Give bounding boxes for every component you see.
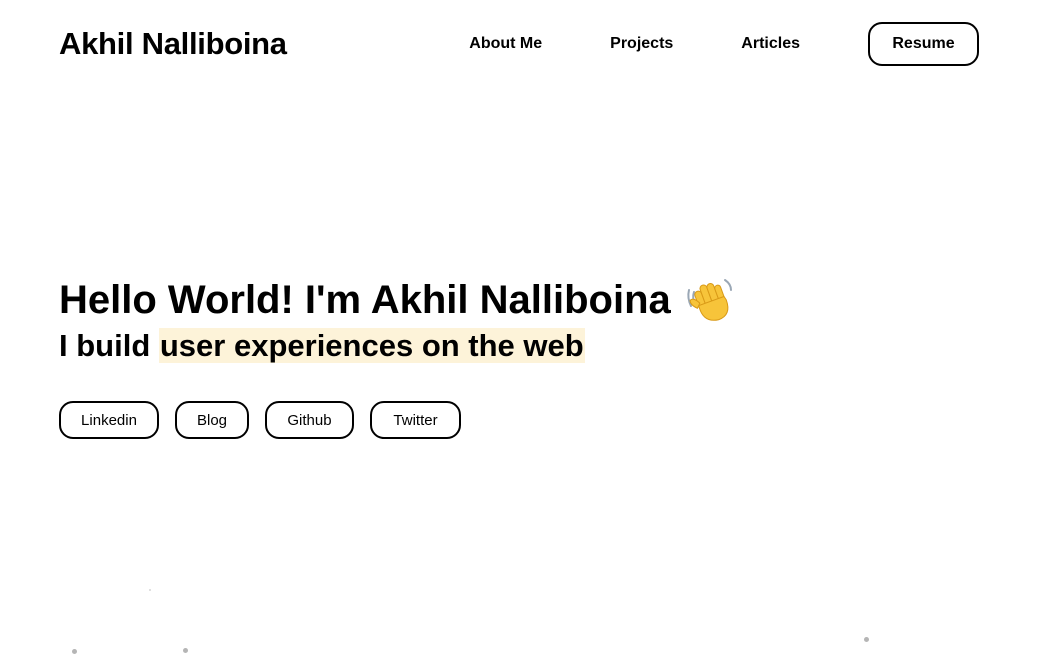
site-header: Akhil Nalliboina About Me Projects Artic…	[59, 22, 979, 66]
resume-button[interactable]: Resume	[868, 22, 979, 66]
hero-subtitle-prefix: I build	[59, 328, 159, 363]
portfolio-page: Akhil Nalliboina About Me Projects Artic…	[0, 0, 1047, 660]
decorative-dot	[72, 649, 77, 654]
hero-subtitle-highlight: user experiences on the web	[158, 328, 585, 363]
nav-link-articles[interactable]: Articles	[741, 35, 800, 53]
waving-hand-icon	[685, 276, 737, 324]
decorative-dot	[864, 637, 869, 642]
github-link[interactable]: Github	[265, 401, 354, 439]
blog-link[interactable]: Blog	[175, 401, 249, 439]
nav-link-about[interactable]: About Me	[469, 35, 542, 53]
linkedin-link[interactable]: Linkedin	[59, 401, 159, 439]
site-brand[interactable]: Akhil Nalliboina	[59, 26, 287, 62]
decorative-dot	[149, 589, 151, 591]
hero-title: Hello World! I'm Akhil Nalliboina	[59, 276, 737, 324]
hero-subtitle: I build user experiences on the web	[59, 328, 737, 364]
nav-link-projects[interactable]: Projects	[610, 35, 673, 53]
social-links: Linkedin Blog Github Twitter	[59, 401, 477, 439]
main-nav: About Me Projects Articles Resume	[469, 22, 979, 66]
twitter-link[interactable]: Twitter	[370, 401, 461, 439]
decorative-dot	[183, 648, 188, 653]
hero-title-text: Hello World! I'm Akhil Nalliboina	[59, 278, 671, 322]
hero-section: Hello World! I'm Akhil Nalliboina I buil…	[59, 276, 737, 364]
